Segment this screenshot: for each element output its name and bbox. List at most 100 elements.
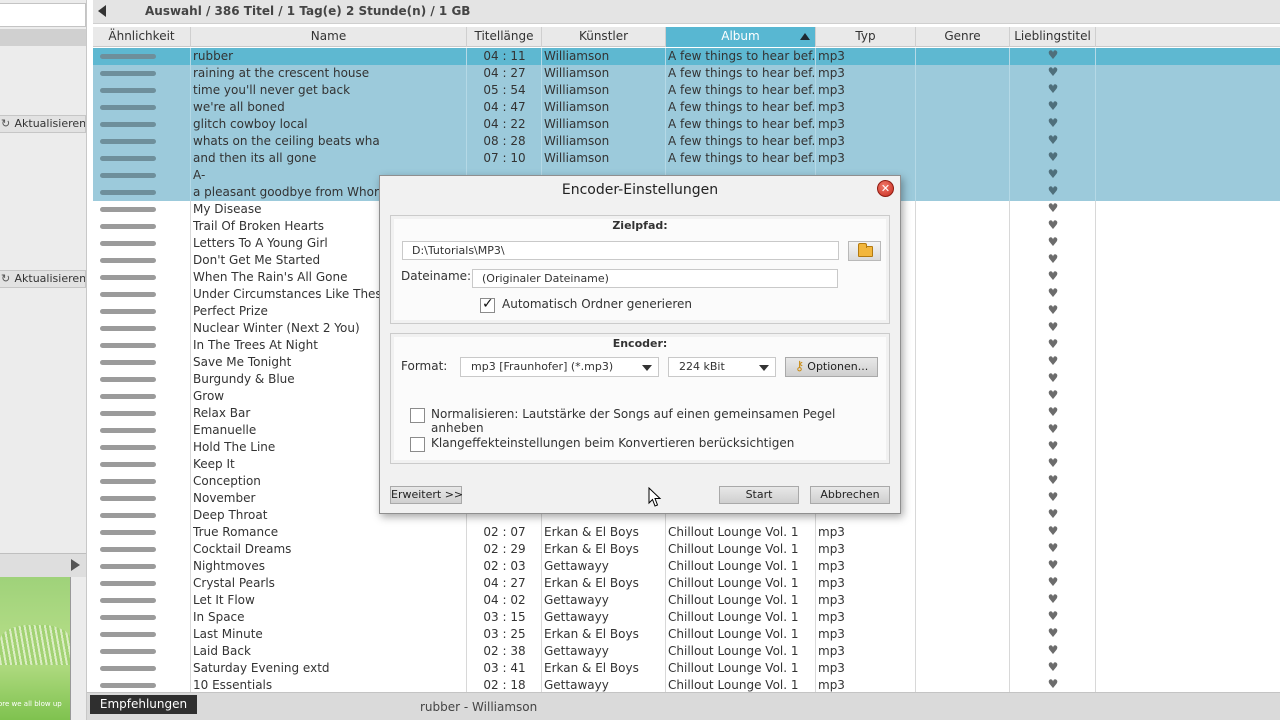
table-row[interactable]: whats on the ceiling beats wha 08 : 28 Wil… [93, 133, 1280, 150]
favorite-cell[interactable]: ♥ [1010, 286, 1096, 303]
favorite-cell[interactable]: ♥ [1010, 456, 1096, 473]
refresh-button[interactable]: ↻ Aktualisieren [0, 115, 86, 133]
heart-icon[interactable]: ♥ [1010, 235, 1096, 251]
favorite-cell[interactable]: ♥ [1010, 116, 1096, 133]
advanced-button[interactable]: Erweitert >> [390, 486, 463, 504]
heart-icon[interactable]: ♥ [1010, 167, 1096, 183]
favorite-cell[interactable]: ♥ [1010, 490, 1096, 507]
favorite-cell[interactable]: ♥ [1010, 167, 1096, 184]
heart-icon[interactable]: ♥ [1010, 524, 1096, 540]
table-row[interactable]: 10 Essentials 02 : 18 Gettawayy Chillout Lo… [93, 677, 1280, 692]
column-header-album[interactable]: Album [666, 27, 816, 47]
heart-icon[interactable]: ♥ [1010, 133, 1096, 149]
table-row[interactable]: In Space 03 : 15 Gettawayy Chillout Lounge … [93, 609, 1280, 626]
favorite-cell[interactable]: ♥ [1010, 592, 1096, 609]
heart-icon[interactable]: ♥ [1010, 609, 1096, 625]
recommendations-button[interactable]: Empfehlungen [90, 695, 197, 714]
heart-icon[interactable]: ♥ [1010, 558, 1096, 574]
table-row[interactable]: Laid Back 02 : 38 Gettawayy Chillout Lounge… [93, 643, 1280, 660]
heart-icon[interactable]: ♥ [1010, 541, 1096, 557]
sidebar-search-field[interactable] [0, 3, 86, 27]
heart-icon[interactable]: ♥ [1010, 320, 1096, 336]
favorite-cell[interactable]: ♥ [1010, 218, 1096, 235]
favorite-cell[interactable]: ♥ [1010, 422, 1096, 439]
favorite-cell[interactable]: ♥ [1010, 48, 1096, 65]
heart-icon[interactable]: ♥ [1010, 150, 1096, 166]
heart-icon[interactable]: ♥ [1010, 371, 1096, 387]
heart-icon[interactable]: ♥ [1010, 507, 1096, 523]
heart-icon[interactable]: ♥ [1010, 184, 1096, 200]
favorite-cell[interactable]: ♥ [1010, 660, 1096, 677]
favorite-cell[interactable]: ♥ [1010, 150, 1096, 167]
format-select[interactable]: mp3 [Fraunhofer] (*.mp3) [460, 357, 659, 377]
column-header-fav[interactable]: Lieblingstitel [1010, 27, 1096, 47]
table-row[interactable]: Cocktail Dreams 02 : 29 Erkan & El Boys Chi… [93, 541, 1280, 558]
favorite-cell[interactable]: ♥ [1010, 133, 1096, 150]
sound-effects-checkbox[interactable] [410, 437, 425, 452]
table-row[interactable]: Crystal Pearls 04 : 27 Erkan & El Boys Chil… [93, 575, 1280, 592]
cancel-button[interactable]: Abbrechen [810, 486, 890, 504]
favorite-cell[interactable]: ♥ [1010, 320, 1096, 337]
heart-icon[interactable]: ♥ [1010, 592, 1096, 608]
favorite-cell[interactable]: ♥ [1010, 337, 1096, 354]
target-path-input[interactable]: D:\Tutorials\MP3\ [402, 241, 839, 260]
heart-icon[interactable]: ♥ [1010, 269, 1096, 285]
table-row[interactable]: glitch cowboy local 04 : 22 Williamson A fe… [93, 116, 1280, 133]
heart-icon[interactable]: ♥ [1010, 337, 1096, 353]
favorite-cell[interactable]: ♥ [1010, 507, 1096, 524]
auto-folder-checkbox[interactable] [480, 296, 495, 313]
heart-icon[interactable]: ♥ [1010, 473, 1096, 489]
heart-icon[interactable]: ♥ [1010, 660, 1096, 676]
heart-icon[interactable]: ♥ [1010, 116, 1096, 132]
close-icon[interactable]: ✕ [877, 180, 894, 197]
favorite-cell[interactable]: ♥ [1010, 252, 1096, 269]
heart-icon[interactable]: ♥ [1010, 626, 1096, 642]
table-row[interactable]: True Romance 02 : 07 Erkan & El Boys Chillo… [93, 524, 1280, 541]
table-row[interactable]: and then its all gone 07 : 10 Williamson A … [93, 150, 1280, 167]
heart-icon[interactable]: ♥ [1010, 99, 1096, 115]
favorite-cell[interactable]: ♥ [1010, 371, 1096, 388]
favorite-cell[interactable]: ♥ [1010, 82, 1096, 99]
heart-icon[interactable]: ♥ [1010, 354, 1096, 370]
favorite-cell[interactable]: ♥ [1010, 677, 1096, 692]
options-button[interactable]: ⚷ Optionen... [785, 357, 878, 377]
back-arrow-icon[interactable] [98, 5, 106, 17]
favorite-cell[interactable]: ♥ [1010, 269, 1096, 286]
favorite-cell[interactable]: ♥ [1010, 405, 1096, 422]
favorite-cell[interactable]: ♥ [1010, 541, 1096, 558]
favorite-cell[interactable]: ♥ [1010, 184, 1096, 201]
favorite-cell[interactable]: ♥ [1010, 388, 1096, 405]
favorite-cell[interactable]: ♥ [1010, 626, 1096, 643]
heart-icon[interactable]: ♥ [1010, 388, 1096, 404]
normalize-checkbox[interactable] [410, 408, 425, 423]
heart-icon[interactable]: ♥ [1010, 65, 1096, 81]
favorite-cell[interactable]: ♥ [1010, 643, 1096, 660]
favorite-cell[interactable]: ♥ [1010, 354, 1096, 371]
refresh-button[interactable]: ↻ Aktualisieren [0, 270, 86, 288]
favorite-cell[interactable]: ♥ [1010, 65, 1096, 82]
heart-icon[interactable]: ♥ [1010, 405, 1096, 421]
column-header-genre[interactable]: Genre [916, 27, 1010, 47]
heart-icon[interactable]: ♥ [1010, 201, 1096, 217]
column-header-name[interactable]: Name [191, 27, 467, 47]
favorite-cell[interactable]: ♥ [1010, 609, 1096, 626]
table-row[interactable]: Nightmoves 02 : 03 Gettawayy Chillout Loung… [93, 558, 1280, 575]
favorite-cell[interactable]: ♥ [1010, 303, 1096, 320]
heart-icon[interactable]: ♥ [1010, 48, 1096, 64]
heart-icon[interactable]: ♥ [1010, 677, 1096, 692]
heart-icon[interactable]: ♥ [1010, 643, 1096, 659]
favorite-cell[interactable]: ♥ [1010, 201, 1096, 218]
play-icon[interactable] [71, 559, 80, 571]
browse-folder-button[interactable] [848, 241, 881, 261]
column-header-artist[interactable]: Künstler [542, 27, 666, 47]
favorite-cell[interactable]: ♥ [1010, 439, 1096, 456]
favorite-cell[interactable]: ♥ [1010, 99, 1096, 116]
table-row[interactable]: we're all boned 04 : 47 Williamson A few th… [93, 99, 1280, 116]
table-row[interactable]: time you'll never get back 05 : 54 William… [93, 82, 1280, 99]
heart-icon[interactable]: ♥ [1010, 439, 1096, 455]
heart-icon[interactable]: ♥ [1010, 575, 1096, 591]
table-row[interactable]: Let It Flow 04 : 02 Gettawayy Chillout Loun… [93, 592, 1280, 609]
favorite-cell[interactable]: ♥ [1010, 524, 1096, 541]
favorite-cell[interactable]: ♥ [1010, 575, 1096, 592]
heart-icon[interactable]: ♥ [1010, 456, 1096, 472]
